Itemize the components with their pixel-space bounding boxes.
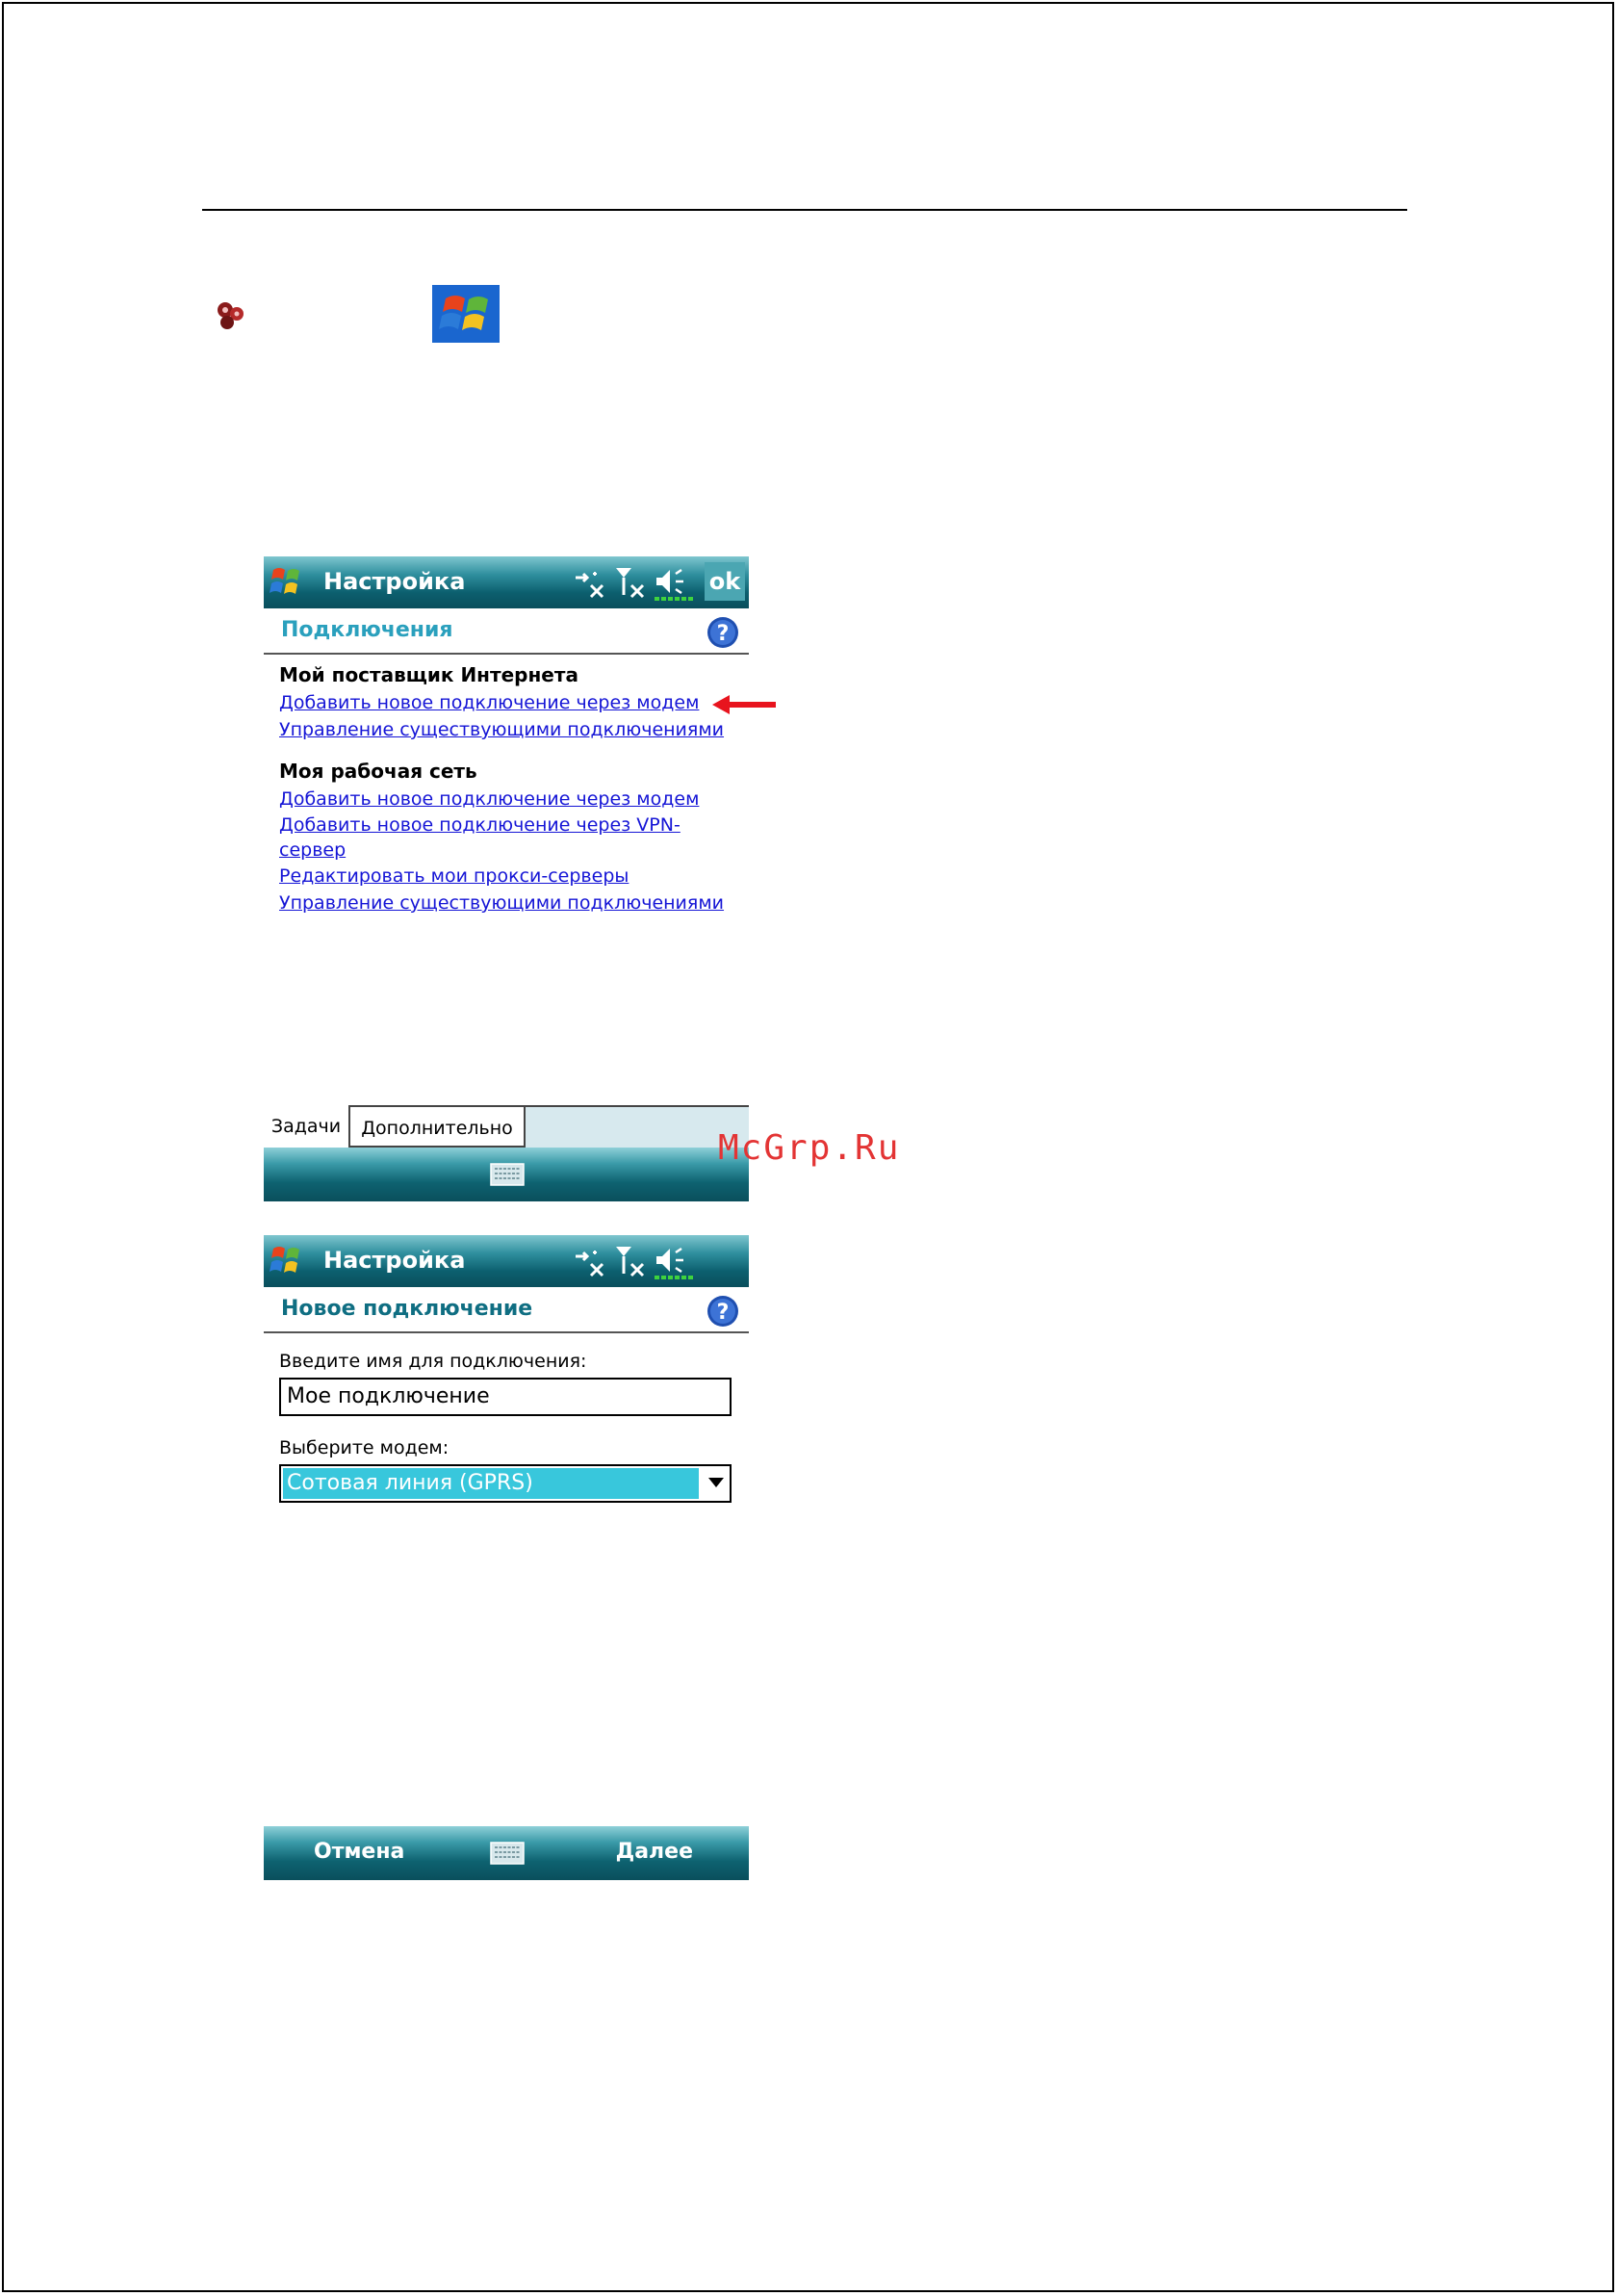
modem-select[interactable]: Сотовая линия (GPRS)	[279, 1464, 732, 1503]
titlebar: Настройка	[264, 1235, 749, 1287]
volume-icon[interactable]	[653, 1243, 697, 1281]
keyboard-icon[interactable]	[490, 1163, 525, 1186]
link-isp-add-modem[interactable]: Добавить новое подключение через модем	[279, 689, 741, 716]
name-label: Введите имя для подключения:	[279, 1351, 587, 1372]
link-work-manage[interactable]: Управление существующими подключениями	[279, 890, 741, 916]
dropdown-arrow-icon[interactable]	[708, 1478, 724, 1487]
ok-button[interactable]: ok	[705, 562, 745, 601]
svg-text:?: ?	[717, 622, 730, 646]
page-header: Подключения ?	[264, 608, 749, 655]
titlebar-title: Настройка	[323, 1247, 466, 1274]
link-isp-manage[interactable]: Управление существующими подключениями	[279, 716, 741, 743]
tab-strip: Задачи Дополнительно	[264, 1105, 749, 1149]
top-rule	[202, 209, 1407, 211]
windows-start-icon	[432, 285, 500, 343]
softkey-bar: Отмена Далее	[264, 1826, 749, 1880]
link-work-add-vpn[interactable]: Добавить новое подключение через VPN-	[279, 813, 741, 838]
page-header: Новое подключение ?	[264, 1287, 749, 1333]
start-menu-icon[interactable]	[270, 1243, 306, 1279]
connectivity-icon[interactable]	[572, 564, 610, 603]
softkey-bar	[264, 1148, 749, 1201]
signal-icon[interactable]	[612, 1243, 651, 1281]
tab-advanced[interactable]: Дополнительно	[348, 1105, 526, 1148]
link-work-add-vpn-cont[interactable]: сервер	[279, 838, 741, 863]
next-button[interactable]: Далее	[616, 1840, 693, 1864]
cancel-button[interactable]: Отмена	[314, 1840, 404, 1864]
watermark: McGrp.Ru	[718, 1128, 901, 1168]
page-title: Новое подключение	[281, 1297, 533, 1321]
screen-new-connection: Настройка Новое подключение ? Введите им…	[264, 1235, 749, 1880]
modem-select-value: Сотовая линия (GPRS)	[283, 1468, 699, 1499]
signal-icon[interactable]	[612, 564, 651, 603]
section-title-isp: Мой поставщик Интернета	[279, 663, 578, 686]
tab-tasks[interactable]: Задачи	[264, 1105, 348, 1148]
volume-icon[interactable]	[653, 564, 697, 603]
screen-connections: Настройка ok Подключения ? Мой поставщик…	[264, 556, 749, 1201]
keyboard-icon[interactable]	[490, 1842, 525, 1865]
arrow-indicator-icon	[712, 695, 776, 714]
link-work-proxy[interactable]: Редактировать мои прокси-серверы	[279, 863, 741, 890]
connections-content: Мой поставщик Интернета Добавить новое п…	[279, 662, 741, 916]
page-title: Подключения	[281, 618, 453, 642]
link-work-add-modem[interactable]: Добавить новое подключение через модем	[279, 786, 741, 813]
section-title-work: Моя рабочая сеть	[279, 760, 477, 783]
help-icon[interactable]: ?	[706, 1295, 739, 1328]
connectivity-icon[interactable]	[572, 1243, 610, 1281]
modem-label: Выберите модем:	[279, 1437, 449, 1458]
connection-name-input[interactable]: Мое подключение	[279, 1378, 732, 1416]
titlebar: Настройка ok	[264, 556, 749, 608]
new-connection-form: Введите имя для подключения: Мое подключ…	[279, 1349, 741, 1503]
start-menu-icon[interactable]	[270, 564, 306, 601]
titlebar-title: Настройка	[323, 568, 466, 595]
status-icons	[572, 1243, 745, 1281]
svg-text:?: ?	[717, 1301, 730, 1325]
help-icon[interactable]: ?	[706, 616, 739, 649]
settings-icon	[218, 302, 244, 329]
